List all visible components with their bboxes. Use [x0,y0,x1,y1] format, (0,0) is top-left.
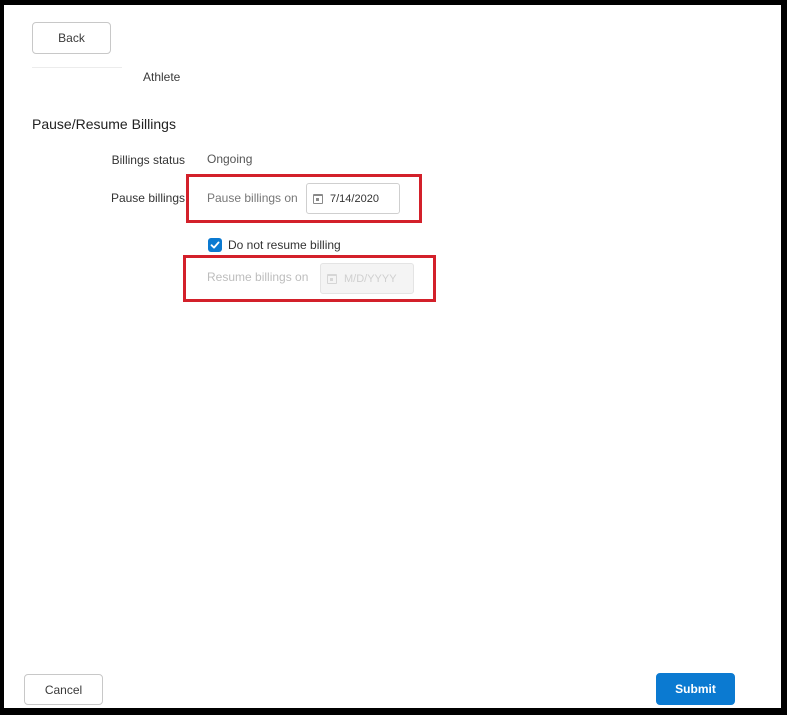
section-title: Pause/Resume Billings [32,116,176,132]
resume-date-input[interactable]: M/D/YYYY [320,263,414,294]
cancel-button[interactable]: Cancel [24,674,103,705]
do-not-resume-label[interactable]: Do not resume billing [228,238,341,252]
pause-date-input[interactable]: 7/14/2020 [306,183,400,214]
divider [32,67,122,68]
checkmark-icon [210,241,220,249]
submit-button[interactable]: Submit [656,673,735,705]
calendar-icon [313,193,323,204]
resume-date-placeholder: M/D/YYYY [344,272,397,285]
pause-date-value: 7/14/2020 [330,192,379,205]
resume-billings-on-label: Resume billings on [207,270,309,284]
pause-billings-label: Pause billings [110,191,185,205]
pause-billing-panel: Back Athlete Pause/Resume Billings Billi… [4,5,781,708]
pause-billings-on-label: Pause billings on [207,191,298,205]
back-button[interactable]: Back [32,22,111,54]
billings-status-value: Ongoing [207,152,253,166]
calendar-icon [327,273,337,284]
billings-status-label: Billings status [111,153,185,167]
subtitle-athlete: Athlete [143,70,181,84]
do-not-resume-checkbox[interactable] [208,238,222,252]
